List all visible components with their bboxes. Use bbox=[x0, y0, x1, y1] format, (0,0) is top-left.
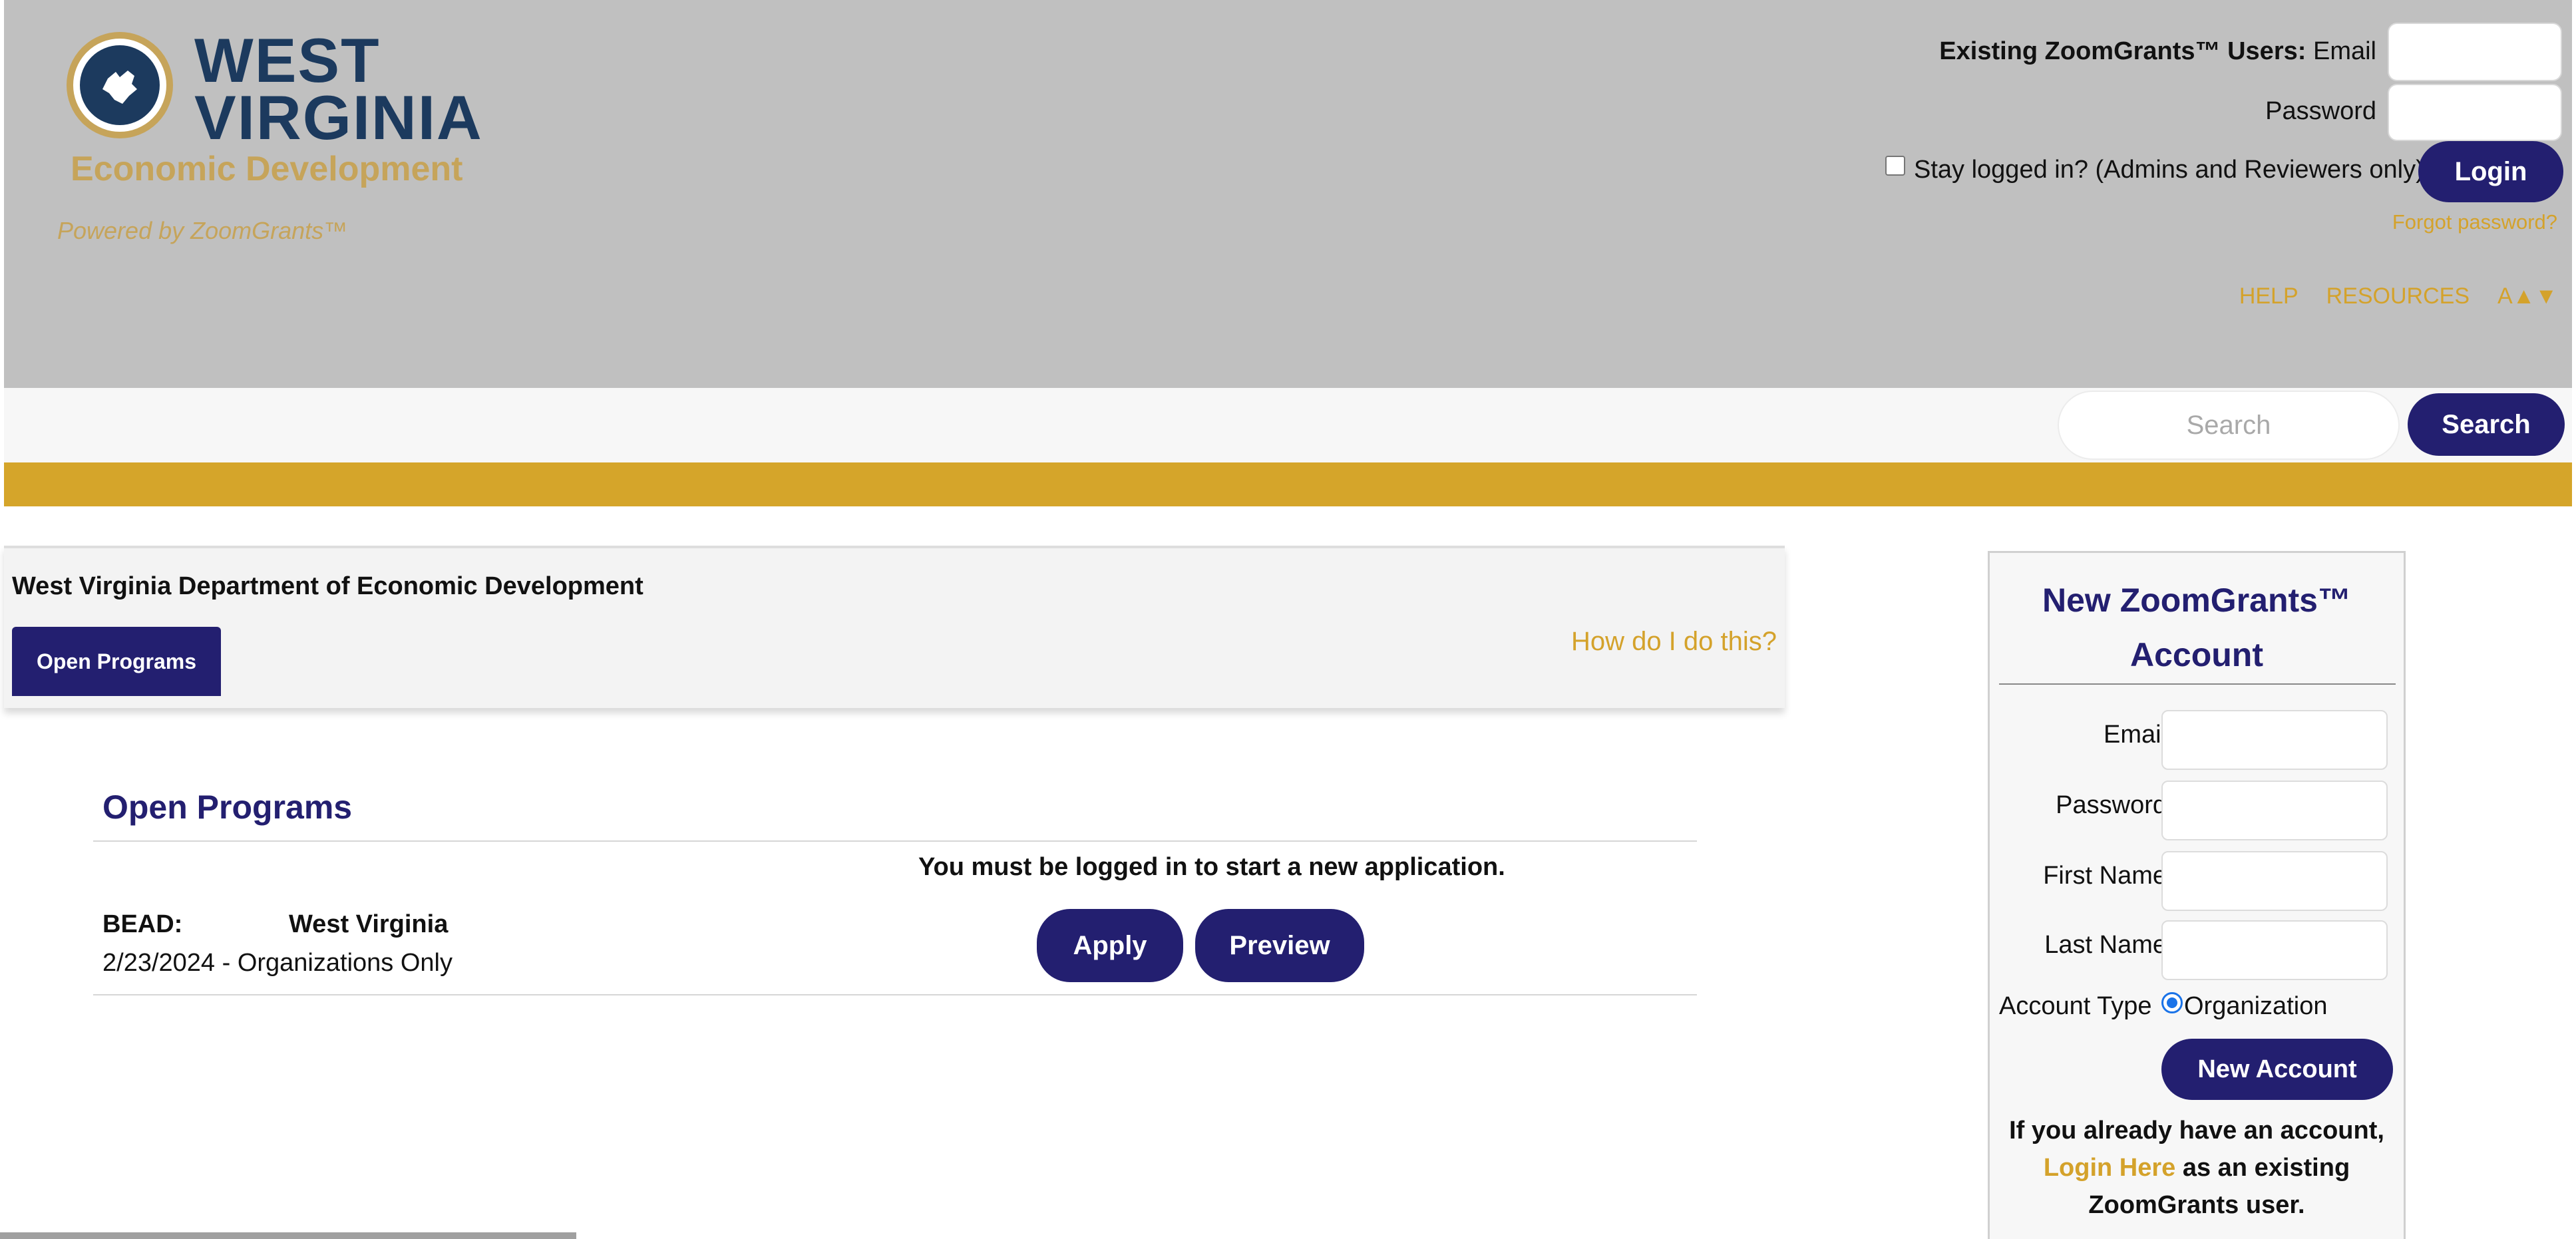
new-account-title: New ZoomGrants™ Account bbox=[2042, 582, 2351, 673]
horizontal-scrollbar[interactable] bbox=[0, 1232, 576, 1239]
stay-logged-in-label: Stay logged in? (Admins and Reviewers on… bbox=[1914, 156, 2424, 184]
resources-link[interactable]: RESOURCES bbox=[2326, 283, 2470, 309]
program-subtitle: 2/23/2024 - Organizations Only bbox=[102, 949, 453, 977]
how-do-i-do-this-link[interactable]: How do I do this? bbox=[1571, 627, 1777, 657]
last-name-label: Last Name bbox=[2044, 931, 2167, 959]
powered-by-text: Powered by ZoomGrants™ bbox=[57, 217, 348, 244]
program-name: West Virginia bbox=[289, 910, 449, 938]
new-account-password-input[interactable] bbox=[2161, 781, 2388, 840]
gold-divider-band bbox=[4, 462, 2572, 506]
apply-button[interactable]: Apply bbox=[1037, 909, 1183, 982]
login-password-input[interactable] bbox=[2388, 84, 2562, 141]
organization-title: West Virginia Department of Economic Dev… bbox=[12, 572, 644, 600]
open-programs-heading: Open Programs bbox=[102, 789, 353, 826]
existing-users-label: Existing ZoomGrants™ Users: bbox=[1939, 37, 2306, 65]
stay-logged-in-checkbox[interactable] bbox=[1885, 156, 1905, 176]
login-required-notice: You must be logged in to start a new app… bbox=[918, 853, 1505, 881]
state-outline-icon bbox=[102, 71, 137, 104]
new-account-panel: New ZoomGrants™ Account Email Password F… bbox=[1988, 551, 2406, 1239]
first-name-label: First Name bbox=[2043, 862, 2167, 890]
west-virginia-logo-emblem bbox=[67, 32, 173, 138]
divider bbox=[93, 840, 1697, 842]
preview-button[interactable]: Preview bbox=[1195, 909, 1364, 982]
help-link[interactable]: HELP bbox=[2239, 283, 2299, 309]
account-type-label: Account Type bbox=[1999, 992, 2152, 1020]
login-email-input[interactable] bbox=[2388, 23, 2562, 81]
last-name-input[interactable] bbox=[2161, 920, 2388, 980]
tab-open-programs[interactable]: Open Programs bbox=[12, 627, 221, 696]
program-code: BEAD: bbox=[102, 910, 183, 938]
first-name-input[interactable] bbox=[2161, 851, 2388, 911]
login-here-link[interactable]: Login Here bbox=[2044, 1154, 2175, 1182]
new-account-button[interactable]: New Account bbox=[2161, 1039, 2393, 1100]
search-button[interactable]: Search bbox=[2408, 393, 2565, 456]
new-account-password-label: Password bbox=[2056, 791, 2167, 819]
text-size-control[interactable]: A▲▼ bbox=[2497, 283, 2557, 309]
divider bbox=[93, 994, 1697, 995]
existing-account-message: If you already have an account, Login He… bbox=[1990, 1112, 2404, 1224]
login-button[interactable]: Login bbox=[2418, 141, 2563, 202]
organization-panel: West Virginia Department of Economic Dev… bbox=[4, 546, 1785, 708]
new-account-email-label: Email bbox=[2103, 721, 2167, 749]
email-label: Email bbox=[2312, 37, 2376, 65]
password-label: Password bbox=[2265, 97, 2376, 125]
search-input[interactable]: Search bbox=[2058, 391, 2400, 460]
site-header: WEST VIRGINIA Economic Development Power… bbox=[4, 0, 2572, 388]
existing-account-prefix: If you already have an account, bbox=[2009, 1117, 2384, 1145]
organization-radio[interactable] bbox=[2161, 992, 2183, 1013]
organization-radio-label: Organization bbox=[2184, 992, 2328, 1020]
search-bar: Search Search bbox=[4, 388, 2572, 462]
logo-text-economic-development: Economic Development bbox=[71, 150, 463, 188]
new-account-email-input[interactable] bbox=[2161, 710, 2388, 770]
existing-users-email-label: Existing ZoomGrants™ Users: Email bbox=[1939, 37, 2376, 66]
logo-text-virginia: VIRGINIA bbox=[194, 83, 483, 152]
divider bbox=[1999, 683, 2396, 685]
forgot-password-link[interactable]: Forgot password? bbox=[2392, 210, 2557, 234]
header-nav: HELP RESOURCES A▲▼ bbox=[2239, 283, 2557, 309]
